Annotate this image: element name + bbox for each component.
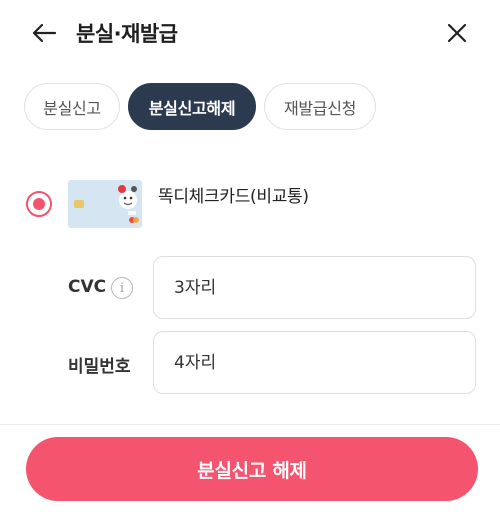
- tab-bar: 분실신고 분실신고해제 재발급신청: [24, 83, 376, 131]
- tab-cancel-report[interactable]: 분실신고해제: [128, 83, 256, 130]
- close-button[interactable]: [442, 20, 472, 50]
- cvc-input[interactable]: [153, 256, 476, 319]
- cancel-report-button[interactable]: 분실신고 해제: [26, 437, 478, 501]
- password-input[interactable]: [153, 331, 476, 394]
- divider: [0, 424, 500, 425]
- card-name: 똑디체크카드(비교통): [158, 187, 309, 207]
- radio-selected-dot: [33, 198, 45, 210]
- info-icon[interactable]: i: [111, 277, 133, 299]
- card-radio[interactable]: [26, 191, 52, 217]
- back-button[interactable]: [28, 20, 60, 50]
- card-option[interactable]: 똑디체크카드(비교통): [24, 178, 484, 230]
- tab-report-lost[interactable]: 분실신고: [24, 83, 120, 130]
- cvc-label: CVC: [68, 277, 107, 297]
- page-title: 분실·재발급: [76, 22, 178, 46]
- cvc-row: CVC i: [0, 256, 500, 320]
- password-label: 비밀번호: [68, 357, 131, 377]
- header: 분실·재발급: [0, 0, 500, 70]
- tab-reissue[interactable]: 재발급신청: [264, 83, 376, 130]
- close-icon: [446, 22, 468, 48]
- card-thumbnail: [68, 180, 142, 228]
- password-row: 비밀번호: [0, 331, 500, 395]
- arrow-left-icon: [31, 23, 57, 47]
